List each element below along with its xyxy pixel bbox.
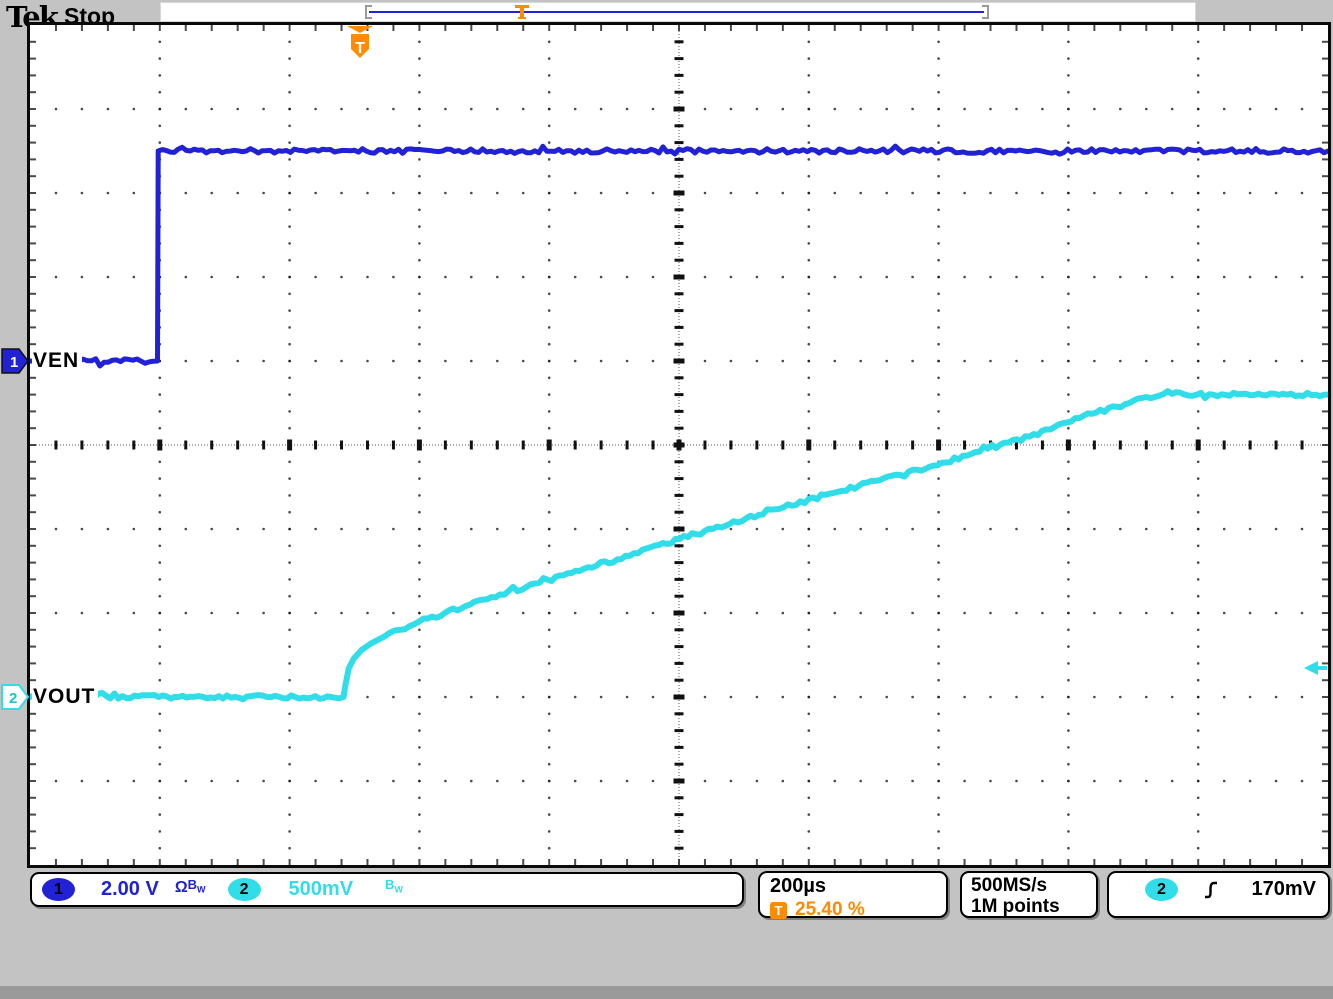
channel-readout-box[interactable]: 1 2.00 V Ω BW 2 500mV BW	[30, 872, 744, 907]
ch2-badge[interactable]: 2	[228, 878, 261, 901]
trigger-position-percent: 25.40 %	[795, 899, 865, 921]
ch1-coupling-ohm-icon: Ω	[175, 879, 188, 897]
ch2-trace-label: VOUT	[32, 686, 98, 708]
trigger-source-badge[interactable]: 2	[1145, 878, 1178, 901]
graticule-area: VEN VOUT	[27, 22, 1331, 868]
record-view-bar	[160, 2, 1196, 22]
trigger-position-icon: T	[770, 902, 787, 919]
ch1-trace-label: VEN	[32, 350, 82, 372]
trigger-level-arrow-icon	[1304, 660, 1328, 676]
ch2-bandwidth-icon: BW	[385, 877, 403, 895]
ch1-badge[interactable]: 1	[42, 878, 75, 901]
bottom-bezel-strip	[0, 986, 1333, 999]
svg-text:2: 2	[9, 690, 17, 707]
window-right-bracket-icon	[982, 5, 989, 19]
ch1-ground-marker-icon: 1	[1, 348, 29, 374]
svg-text:T: T	[355, 40, 365, 57]
ch1-bandwidth-icon: BW	[188, 877, 206, 895]
acquisition-readout-box[interactable]: 500MS/s 1M points	[960, 871, 1098, 918]
rising-edge-icon	[1202, 880, 1220, 900]
trigger-time-marker-icon: T	[347, 26, 373, 60]
ch2-scale: 500mV	[289, 878, 354, 901]
record-length: 1M points	[971, 896, 1087, 917]
ch2-ground-marker-icon: 2	[1, 684, 29, 710]
ch1-scale: 2.00 V	[101, 878, 159, 901]
trigger-readout-box[interactable]: 2 170mV	[1107, 871, 1330, 918]
record-window-line	[369, 11, 984, 13]
trigger-level: 170mV	[1252, 878, 1317, 901]
timebase-scale: 200µs	[770, 875, 936, 898]
trigger-position-flag-icon	[515, 4, 529, 21]
sample-rate: 500MS/s	[971, 875, 1087, 896]
oscilloscope-screen: Tek Stop VEN VOUT 1 2 T 1 2.00 V Ω BW	[0, 0, 1333, 999]
waveform-canvas	[30, 25, 1328, 865]
svg-text:1: 1	[10, 354, 18, 371]
timebase-readout-box[interactable]: 200µs T 25.40 %	[758, 871, 948, 918]
